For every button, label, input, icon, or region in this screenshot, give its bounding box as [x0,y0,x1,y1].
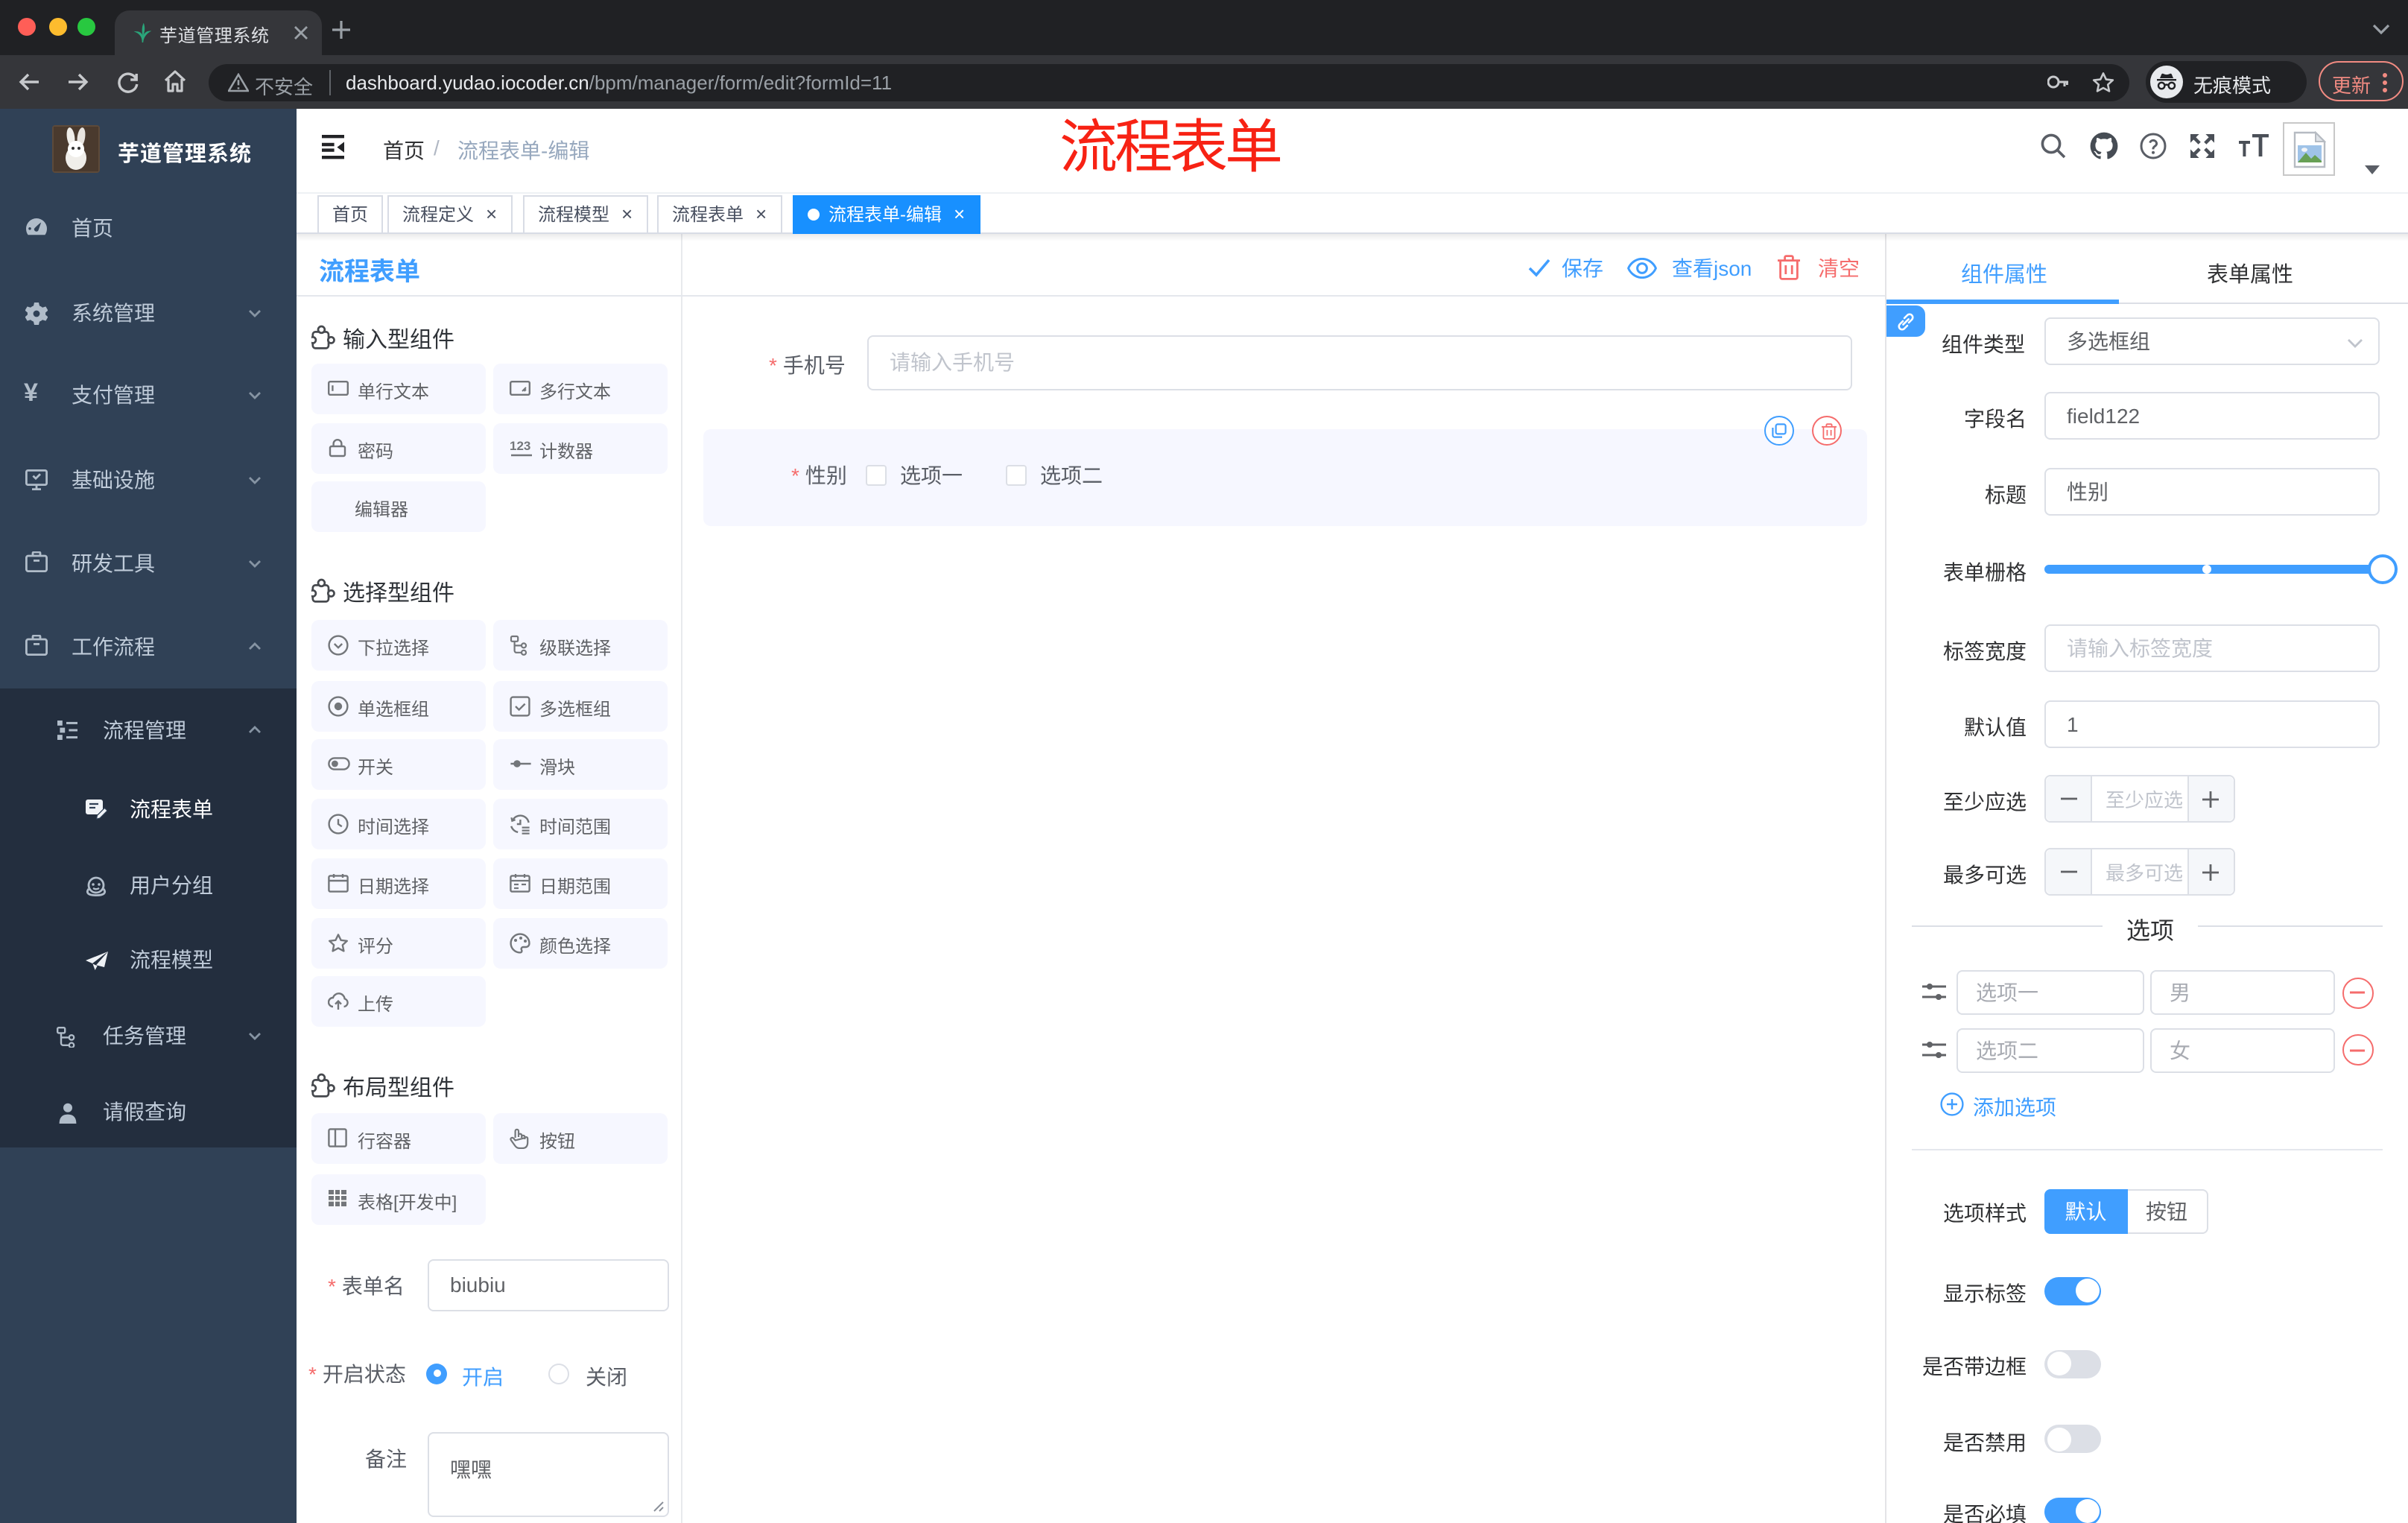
svg-text:123: 123 [510,439,530,453]
